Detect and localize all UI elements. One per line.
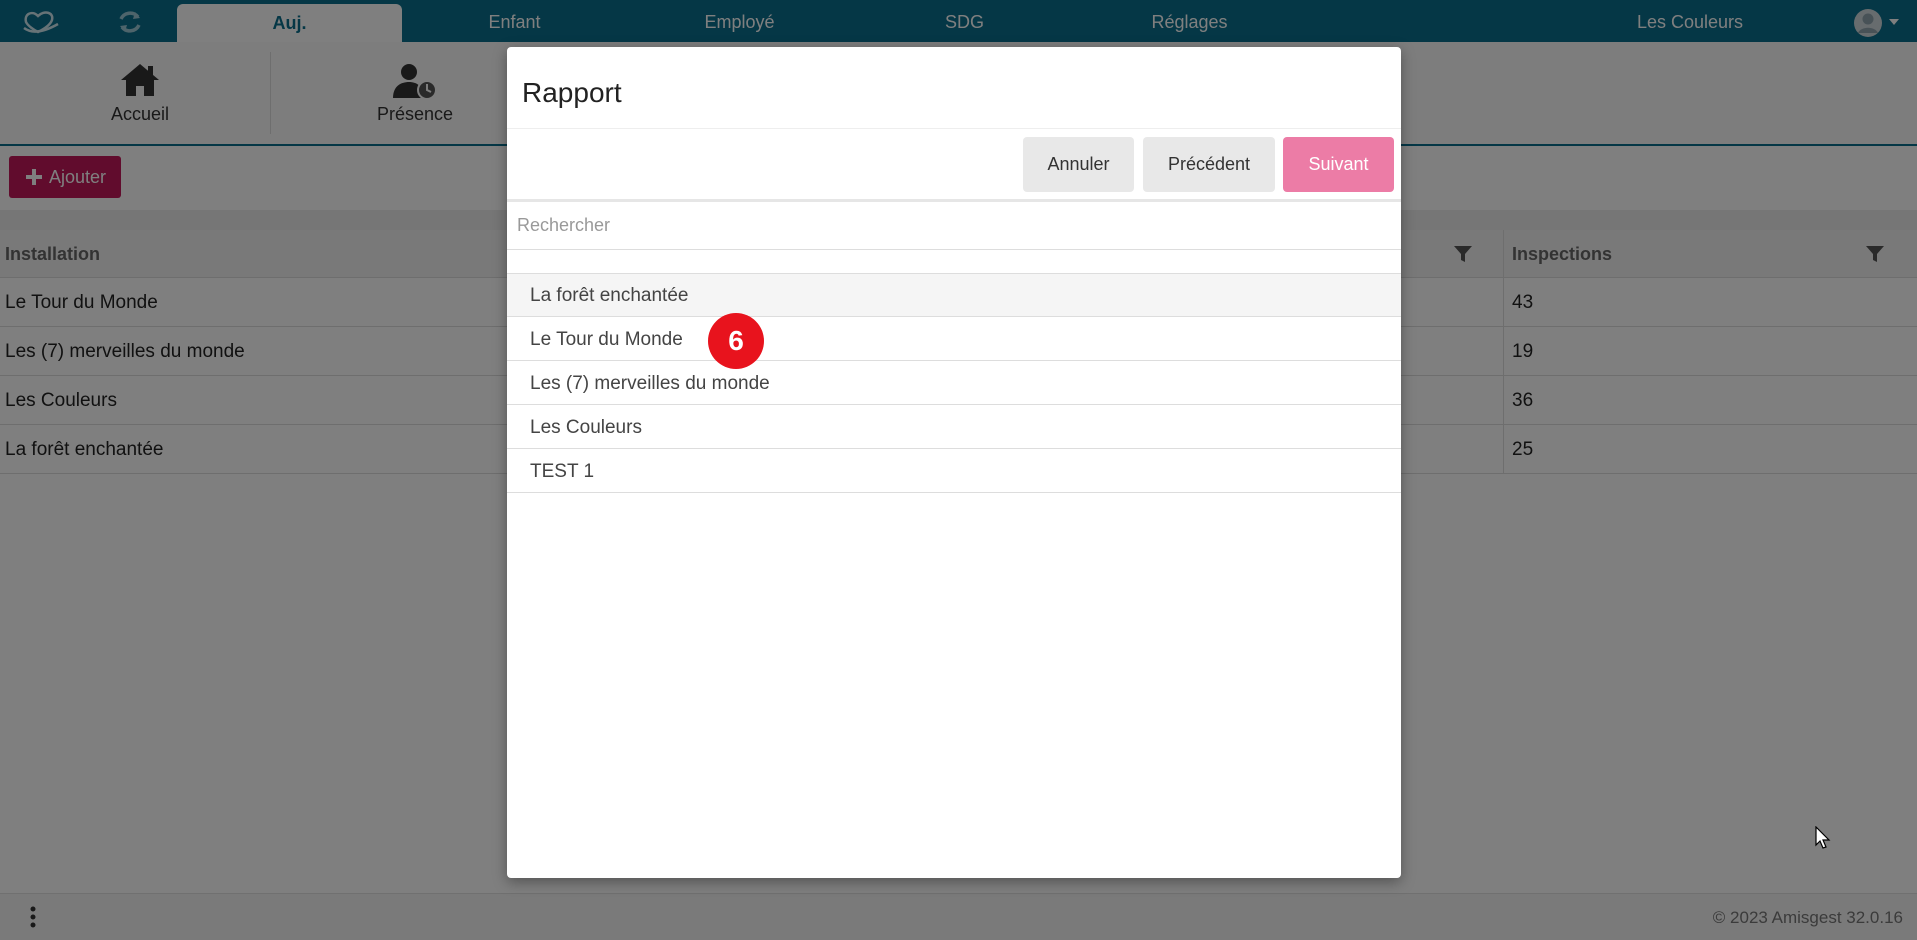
cancel-button[interactable]: Annuler: [1023, 137, 1134, 192]
search-input[interactable]: [507, 202, 1401, 250]
next-button[interactable]: Suivant: [1283, 137, 1394, 192]
list-item[interactable]: Les (7) merveilles du monde: [507, 361, 1401, 405]
step-badge: 6: [708, 313, 764, 369]
mouse-cursor-icon: [1815, 826, 1831, 849]
modal-title: Rapport: [522, 77, 622, 108]
previous-button[interactable]: Précédent: [1143, 137, 1275, 192]
report-modal: Rapport Annuler Précédent Suivant La for…: [507, 47, 1401, 878]
installation-list: La forêt enchantée Le Tour du Monde Les …: [507, 273, 1401, 493]
list-item[interactable]: La forêt enchantée: [507, 273, 1401, 317]
modal-title-divider: [507, 128, 1401, 129]
list-item[interactable]: TEST 1: [507, 449, 1401, 493]
list-item[interactable]: Le Tour du Monde: [507, 317, 1401, 361]
list-item[interactable]: Les Couleurs: [507, 405, 1401, 449]
